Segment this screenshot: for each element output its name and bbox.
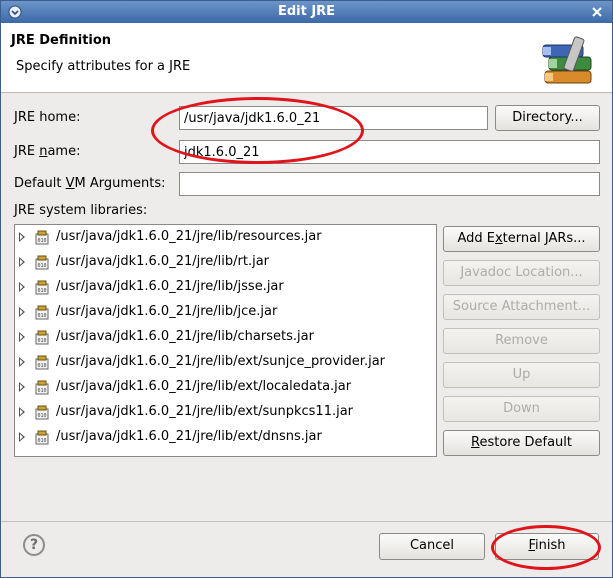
svg-text:010: 010 (37, 313, 46, 319)
system-libraries-label: JRE system libraries: (14, 203, 148, 218)
up-button[interactable]: Up (443, 362, 600, 388)
jar-file-icon: 010 (35, 305, 49, 320)
jar-file-icon: 010 (35, 280, 49, 295)
library-path: /usr/java/jdk1.6.0_21/jre/lib/ext/dnsns.… (56, 429, 322, 444)
restore-default-button[interactable]: Restore Default (443, 430, 600, 456)
expand-triangle-icon[interactable] (19, 382, 25, 392)
jre-home-input[interactable] (179, 106, 488, 130)
jar-file-icon: 010 (35, 405, 49, 420)
cancel-button[interactable]: Cancel (379, 533, 485, 560)
library-row[interactable]: 010/usr/java/jdk1.6.0_21/jre/lib/ext/sun… (15, 402, 435, 424)
jre-home-label: JRE home: (14, 110, 81, 125)
library-row[interactable]: 010/usr/java/jdk1.6.0_21/jre/lib/resourc… (15, 227, 435, 249)
svg-text:010: 010 (37, 263, 46, 269)
vm-arguments-input[interactable] (179, 172, 600, 196)
jar-file-icon: 010 (35, 230, 49, 245)
library-row[interactable]: 010/usr/java/jdk1.6.0_21/jre/lib/ext/loc… (15, 377, 435, 399)
jar-file-icon: 010 (35, 330, 49, 345)
vm-arguments-label: Default VM Arguments: (14, 176, 166, 191)
expand-triangle-icon[interactable] (19, 232, 25, 242)
footer-separator (1, 521, 612, 522)
dialog-header: JRE Definition Specify attributes for a … (1, 23, 612, 93)
jar-file-icon: 010 (35, 430, 49, 445)
header-title: JRE Definition (11, 33, 112, 48)
header-subtitle: Specify attributes for a JRE (16, 59, 191, 74)
jre-name-input[interactable] (179, 140, 600, 164)
jar-file-icon: 010 (35, 355, 49, 370)
expand-triangle-icon[interactable] (19, 432, 25, 442)
library-row[interactable]: 010/usr/java/jdk1.6.0_21/jre/lib/charset… (15, 327, 435, 349)
svg-text:010: 010 (37, 413, 46, 419)
library-path: /usr/java/jdk1.6.0_21/jre/lib/ext/sunpkc… (56, 404, 354, 419)
library-row[interactable]: 010/usr/java/jdk1.6.0_21/jre/lib/rt.jar (15, 252, 435, 274)
jar-file-icon: 010 (35, 380, 49, 395)
edit-jre-dialog: Edit JRE JRE Definition Specify attribut… (0, 0, 613, 578)
svg-text:010: 010 (37, 388, 46, 394)
javadoc-location-button[interactable]: Javadoc Location... (443, 260, 600, 286)
library-path: /usr/java/jdk1.6.0_21/jre/lib/ext/sunjce… (56, 354, 386, 369)
library-path: /usr/java/jdk1.6.0_21/jre/lib/rt.jar (56, 254, 270, 269)
expand-triangle-icon[interactable] (19, 357, 25, 367)
close-icon[interactable] (589, 4, 605, 20)
directory-button[interactable]: Directory... (495, 105, 600, 131)
svg-text:010: 010 (37, 338, 46, 344)
library-path: /usr/java/jdk1.6.0_21/jre/lib/ext/locale… (56, 379, 352, 394)
source-attachment-button[interactable]: Source Attachment... (443, 294, 600, 320)
svg-text:010: 010 (37, 238, 46, 244)
library-path: /usr/java/jdk1.6.0_21/jre/lib/jce.jar (56, 304, 278, 319)
library-row[interactable]: 010/usr/java/jdk1.6.0_21/jre/lib/jsse.ja… (15, 277, 435, 299)
expand-triangle-icon[interactable] (19, 282, 25, 292)
add-external-jars-button[interactable]: Add External JARs... (443, 226, 600, 252)
svg-text:010: 010 (37, 438, 46, 444)
expand-triangle-icon[interactable] (19, 332, 25, 342)
library-row[interactable]: 010/usr/java/jdk1.6.0_21/jre/lib/ext/dns… (15, 427, 435, 449)
down-button[interactable]: Down (443, 396, 600, 422)
expand-triangle-icon[interactable] (19, 407, 25, 417)
finish-button[interactable]: Finish (495, 533, 599, 560)
window-title: Edit JRE (277, 4, 336, 19)
svg-text:010: 010 (37, 288, 46, 294)
expand-triangle-icon[interactable] (19, 307, 25, 317)
library-path: /usr/java/jdk1.6.0_21/jre/lib/charsets.j… (56, 329, 314, 344)
books-icon (539, 35, 599, 87)
jre-name-label: JRE name: (14, 144, 81, 159)
remove-button[interactable]: Remove (443, 328, 600, 354)
library-path: /usr/java/jdk1.6.0_21/jre/lib/resources.… (56, 229, 322, 244)
title-bar: Edit JRE (1, 1, 612, 23)
system-libraries-tree[interactable]: 010/usr/java/jdk1.6.0_21/jre/lib/resourc… (14, 224, 437, 457)
help-icon[interactable]: ? (23, 534, 45, 556)
library-row[interactable]: 010/usr/java/jdk1.6.0_21/jre/lib/jce.jar (15, 302, 435, 324)
svg-text:010: 010 (37, 363, 46, 369)
jar-file-icon: 010 (35, 255, 49, 270)
library-path: /usr/java/jdk1.6.0_21/jre/lib/jsse.jar (56, 279, 284, 294)
library-row[interactable]: 010/usr/java/jdk1.6.0_21/jre/lib/ext/sun… (15, 352, 435, 374)
expand-triangle-icon[interactable] (19, 257, 25, 267)
